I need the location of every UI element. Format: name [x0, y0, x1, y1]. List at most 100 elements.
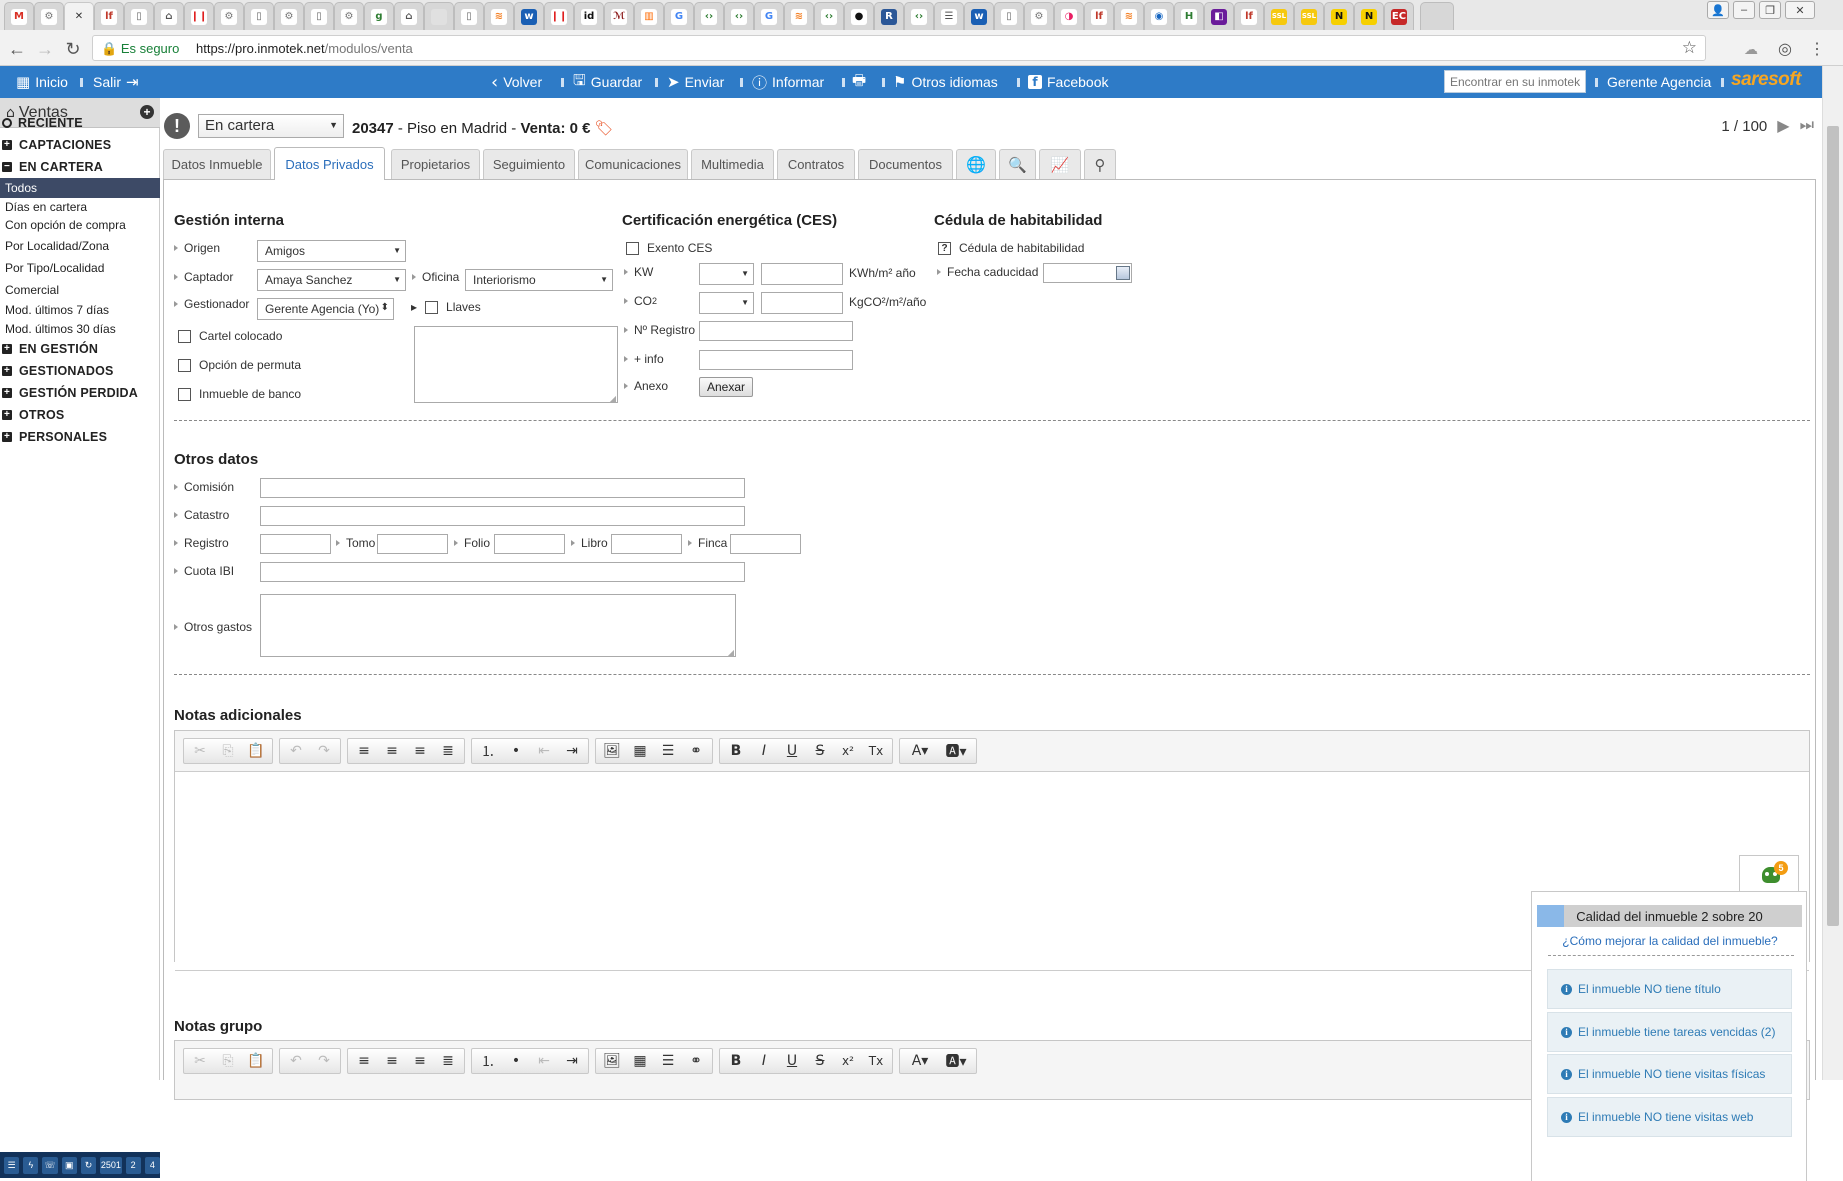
italic-icon[interactable]: I: [751, 740, 777, 762]
browser-tab[interactable]: w: [964, 2, 994, 30]
image-icon[interactable]: 🖼: [599, 740, 625, 762]
browser-tab[interactable]: ▯: [994, 2, 1024, 30]
image-icon[interactable]: 🖼: [599, 1050, 625, 1072]
numbered-list-icon[interactable]: ⒈: [475, 1050, 501, 1072]
sidebar-item-mod-últimos-30-días[interactable]: Mod. últimos 30 días: [0, 319, 160, 339]
registro-input[interactable]: [260, 534, 331, 554]
tab-comunicaciones[interactable]: Comunicaciones: [578, 149, 688, 179]
taskbar-icon[interactable]: ↻: [80, 1156, 97, 1174]
co2-rating-select[interactable]: [699, 292, 754, 314]
browser-tab[interactable]: ⚙: [34, 2, 64, 30]
cedula-checkbox[interactable]: ? Cédula de habitabilidad: [938, 241, 1084, 255]
cartel-colocado-checkbox[interactable]: Cartel colocado: [178, 329, 282, 343]
taskbar-icon[interactable]: ☰: [4, 1156, 20, 1174]
browser-tab[interactable]: ‹›: [814, 2, 844, 30]
checkbox-box[interactable]: [626, 241, 639, 255]
address-bar[interactable]: 🔒 Es seguro https://pro.inmotek.net/modu…: [92, 35, 1706, 61]
browser-tab[interactable]: G: [754, 2, 784, 30]
browser-tab[interactable]: ◉: [1144, 2, 1174, 30]
browser-tab[interactable]: w: [514, 2, 544, 30]
llaves-checkbox[interactable]: ▸ Llaves: [411, 300, 481, 314]
inmueble-banco-checkbox[interactable]: Inmueble de banco: [178, 387, 301, 401]
browser-tab[interactable]: H: [1174, 2, 1204, 30]
outdent-icon[interactable]: ⇤: [531, 1050, 557, 1072]
strikethrough-icon[interactable]: S: [807, 1050, 833, 1072]
anexar-button[interactable]: Anexar: [699, 377, 754, 397]
enviar-button[interactable]: ➤ Enviar: [667, 66, 724, 98]
cuota-ibi-input[interactable]: [260, 562, 745, 582]
tab-datos-privados[interactable]: Datos Privados: [274, 147, 385, 180]
browser-tab[interactable]: ▯: [304, 2, 334, 30]
last-record-icon[interactable]: ⏭: [1800, 117, 1814, 135]
text-color-icon[interactable]: A▾: [903, 1050, 937, 1072]
opcion-permuta-checkbox[interactable]: Opción de permuta: [178, 358, 301, 372]
sidebar-item-mod-últimos-7-días[interactable]: Mod. últimos 7 días: [0, 300, 160, 320]
tab-globe[interactable]: 🌐: [956, 149, 996, 179]
user-profile-icon[interactable]: 👤: [1707, 1, 1729, 19]
indent-icon[interactable]: ⇥: [559, 1050, 585, 1072]
tab-contratos[interactable]: Contratos: [777, 149, 855, 179]
tab-propietarios[interactable]: Propietarios: [391, 149, 480, 179]
paste-icon[interactable]: 📋: [243, 1050, 269, 1072]
browser-tab[interactable]: ⚙: [334, 2, 364, 30]
gestion-notes-textarea[interactable]: [414, 326, 618, 403]
superscript-icon[interactable]: x²: [835, 740, 861, 762]
cut-icon[interactable]: ✂: [187, 740, 213, 762]
browser-tab[interactable]: ‹›: [694, 2, 724, 30]
minimize-icon[interactable]: –: [1733, 1, 1755, 19]
browser-tab[interactable]: ‹›: [904, 2, 934, 30]
browser-tab[interactable]: N: [1354, 2, 1384, 30]
browser-tab[interactable]: N: [1324, 2, 1354, 30]
align-right-icon[interactable]: ≡: [407, 740, 433, 762]
taskbar-icon[interactable]: ☏: [42, 1156, 58, 1174]
print-button[interactable]: 🖶: [852, 66, 866, 98]
italic-icon[interactable]: I: [751, 1050, 777, 1072]
sidebar-item-en-cartera[interactable]: − EN CARTERA: [0, 157, 160, 177]
status-select[interactable]: En cartera: [198, 114, 344, 138]
sidebar-item-gestionados[interactable]: + GESTIONADOS: [0, 361, 160, 381]
tab-multimedia[interactable]: Multimedia: [691, 149, 774, 179]
checkbox-box[interactable]: [425, 300, 439, 314]
info-input[interactable]: [699, 350, 853, 370]
taskbar-icon[interactable]: ϟ: [23, 1156, 39, 1174]
price-tag-icon[interactable]: 🏷: [595, 119, 614, 137]
browser-tab[interactable]: SSL: [1264, 2, 1294, 30]
quality-item[interactable]: i El inmueble NO tiene visitas web: [1547, 1097, 1792, 1137]
registro-ces-input[interactable]: [699, 321, 853, 341]
background-color-icon[interactable]: 🅰▾: [939, 1050, 973, 1072]
cut-icon[interactable]: ✂: [187, 1050, 213, 1072]
strikethrough-icon[interactable]: S: [807, 740, 833, 762]
bullet-list-icon[interactable]: •: [503, 1050, 529, 1072]
sidebar-item-otros[interactable]: + OTROS: [0, 405, 160, 425]
browser-tab[interactable]: ▥: [634, 2, 664, 30]
browser-tab[interactable]: M: [4, 2, 34, 30]
user-menu[interactable]: Gerente Agencia: [1607, 66, 1711, 98]
horizontal-rule-icon[interactable]: ☰: [655, 1050, 681, 1072]
sidebar-item-en-gestión[interactable]: + EN GESTIÓN: [0, 339, 160, 359]
text-color-icon[interactable]: A▾: [903, 740, 937, 762]
browser-tab[interactable]: ▯: [124, 2, 154, 30]
underline-icon[interactable]: U: [779, 740, 805, 762]
libro-input[interactable]: [611, 534, 682, 554]
co2-input[interactable]: [761, 292, 843, 314]
browser-tab[interactable]: lf: [94, 2, 124, 30]
browser-tab[interactable]: ☰: [934, 2, 964, 30]
page-scrollbar[interactable]: [1822, 66, 1843, 1080]
superscript-icon[interactable]: x²: [835, 1050, 861, 1072]
browser-tab[interactable]: ≋: [784, 2, 814, 30]
align-center-icon[interactable]: ≡: [379, 1050, 405, 1072]
comision-input[interactable]: [260, 478, 745, 498]
sidebar-item-captaciones[interactable]: + CAPTACIONES: [0, 135, 160, 155]
browser-tab[interactable]: ⚙: [274, 2, 304, 30]
paste-icon[interactable]: 📋: [243, 740, 269, 762]
bullet-list-icon[interactable]: •: [503, 740, 529, 762]
browser-tab[interactable]: lf: [1084, 2, 1114, 30]
checkbox-box[interactable]: [178, 387, 191, 401]
undo-icon[interactable]: ↶: [283, 740, 309, 762]
tab-map[interactable]: ⚲: [1084, 149, 1116, 179]
table-icon[interactable]: ▦: [627, 1050, 653, 1072]
indent-icon[interactable]: ⇥: [559, 740, 585, 762]
sidebar-item-personales[interactable]: + PERSONALES: [0, 427, 160, 447]
exento-ces-checkbox[interactable]: Exento CES: [626, 241, 712, 255]
bold-icon[interactable]: B: [723, 740, 749, 762]
